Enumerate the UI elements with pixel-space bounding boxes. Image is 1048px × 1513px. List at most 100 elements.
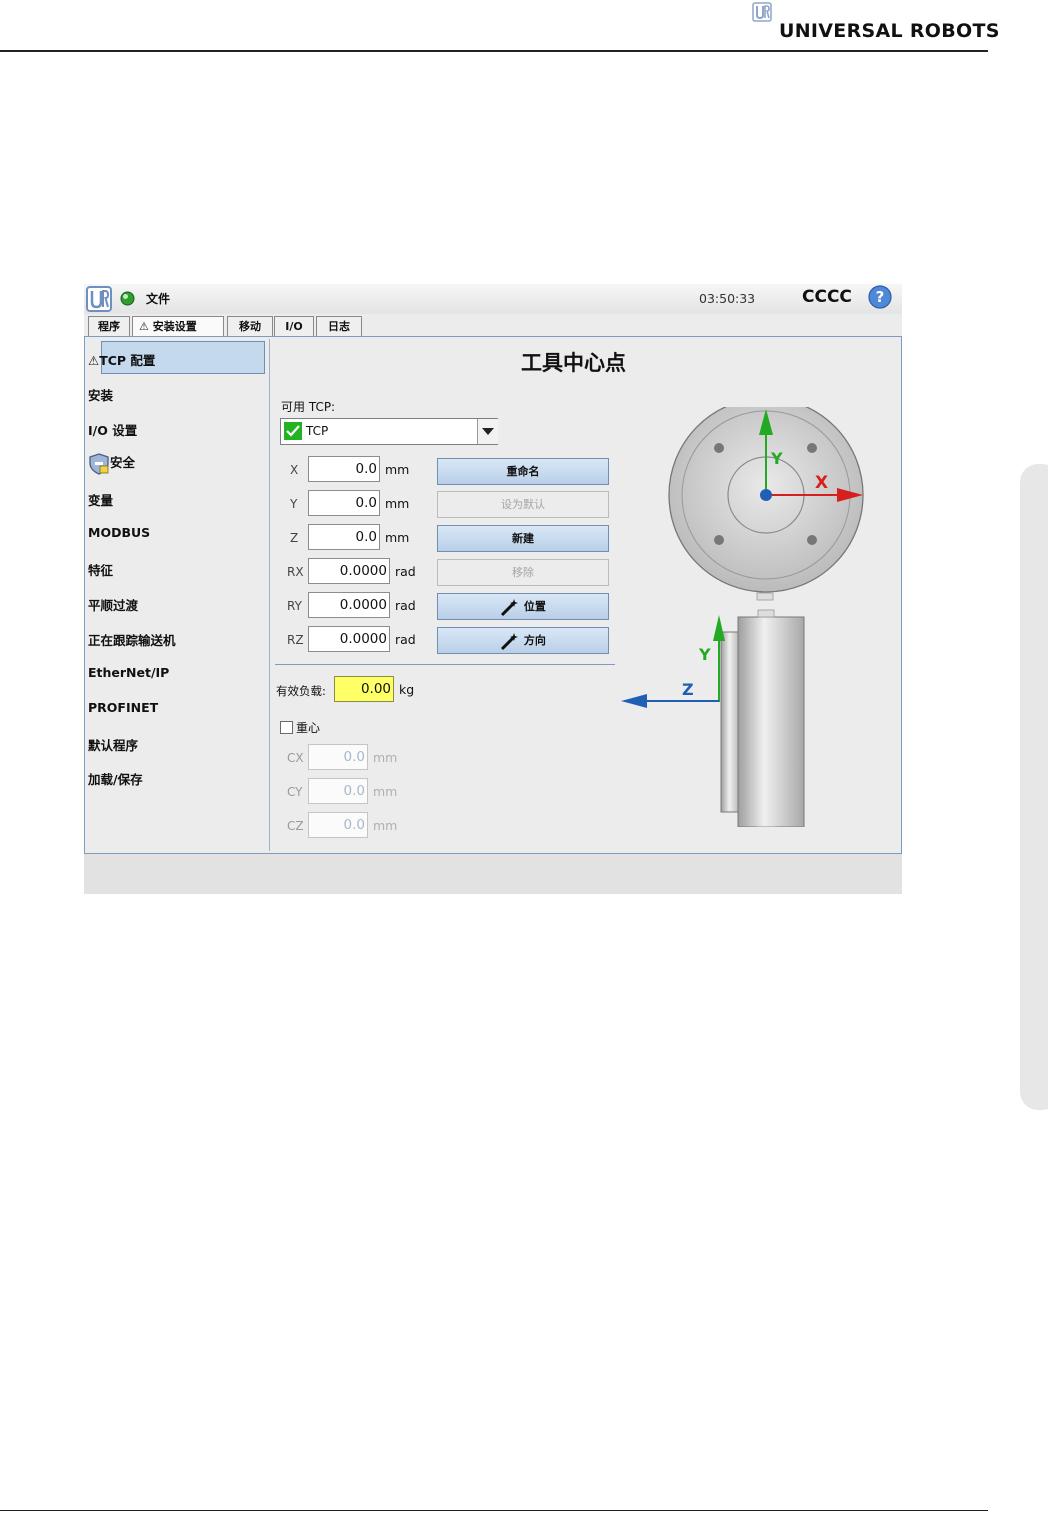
y-label: Y <box>290 497 298 511</box>
tab-installation-label: 安装设置 <box>152 320 197 333</box>
installation-sidebar: ⚠TCP 配置 安装 I/O 设置 安全 变量 MODBUS 特征 平顺过渡 正… <box>87 339 270 851</box>
position-wizard-button[interactable]: 位置 <box>437 593 609 620</box>
sidebar-item-smooth-transition[interactable]: 平顺过渡 <box>88 595 138 614</box>
status-bar <box>84 854 902 894</box>
sidebar-item-load-save[interactable]: 加载/保存 <box>88 769 143 788</box>
ur-logo-icon <box>752 2 772 22</box>
payload-unit: kg <box>399 682 415 697</box>
rx-field[interactable]: 0.0000 <box>308 558 390 584</box>
page-title: 工具中心点 <box>521 351 626 375</box>
ry-label: RY <box>287 599 302 613</box>
sidebar-item-features[interactable]: 特征 <box>88 560 113 579</box>
tcp-dropdown-value: TCP <box>306 424 329 438</box>
sidebar-item-io-setup[interactable]: I/O 设置 <box>88 420 137 439</box>
payload-field[interactable]: 0.00 <box>334 676 394 702</box>
available-tcp-label: 可用 TCP: <box>281 400 336 414</box>
cy-unit: mm <box>373 784 398 799</box>
cx-label: CX <box>287 751 304 765</box>
magic-wand-icon <box>501 633 519 651</box>
z-field[interactable]: 0.0 <box>308 524 380 550</box>
flange-side-view <box>720 609 805 827</box>
new-tcp-button[interactable]: 新建 <box>437 525 609 552</box>
sidebar-item-ethernet-ip[interactable]: EtherNet/IP <box>88 665 169 680</box>
z-label: Z <box>290 531 299 545</box>
tab-bar: 程序 ⚠ 安装设置 移动 I/O 日志 <box>84 315 902 337</box>
side-thumb-tab <box>1020 464 1048 1110</box>
top-bar: 文件 03:50:33 CCCC ? <box>84 284 902 314</box>
header-rule <box>0 50 988 52</box>
rz-label: RZ <box>287 633 304 647</box>
tcp-origin-point <box>760 489 772 501</box>
sidebar-item-label: TCP 配置 <box>99 353 156 368</box>
cz-label: CZ <box>287 819 304 833</box>
x-label: X <box>290 463 299 477</box>
payload-label: 有效负载: <box>276 684 326 698</box>
rx-label: RX <box>287 565 304 579</box>
cog-label: 重心 <box>296 721 321 735</box>
tcp-diagram: X Y Y Z <box>621 407 864 827</box>
footer-rule <box>0 1510 988 1511</box>
cy-field[interactable]: 0.0 <box>308 778 368 804</box>
ur-logo-icon[interactable] <box>86 286 112 312</box>
clock: 03:50:33 <box>699 291 756 306</box>
file-menu[interactable]: 文件 <box>146 290 170 307</box>
tab-move[interactable]: 移动 <box>227 316 273 336</box>
tab-log[interactable]: 日志 <box>316 316 362 336</box>
magic-wand-icon <box>501 599 519 617</box>
section-divider <box>275 664 615 665</box>
installation-panel: ⚠TCP 配置 安装 I/O 设置 安全 变量 MODBUS 特征 平顺过渡 正… <box>84 336 902 854</box>
robot-name: CCCC <box>802 287 852 307</box>
z-unit: mm <box>385 530 410 545</box>
ry-field[interactable]: 0.0000 <box>308 592 390 618</box>
axis-z-label: Z <box>682 680 694 699</box>
axis-y-label: Y <box>770 449 783 468</box>
axis-y-side-label: Y <box>698 645 711 664</box>
sidebar-item-variables[interactable]: 变量 <box>88 490 113 509</box>
svg-text:?: ? <box>876 288 885 306</box>
tcp-dropdown[interactable]: TCP <box>280 418 498 445</box>
sidebar-item-conveyor-tracking[interactable]: 正在跟踪输送机 <box>88 630 176 649</box>
rename-button[interactable]: 重命名 <box>437 458 609 485</box>
sidebar-item-mounting[interactable]: 安装 <box>88 385 113 404</box>
orientation-button-label: 方向 <box>523 634 546 647</box>
cx-unit: mm <box>373 750 398 765</box>
warning-icon: ⚠ <box>88 353 100 368</box>
sidebar-item-default-program[interactable]: 默认程序 <box>88 735 138 754</box>
axis-z-arrow <box>621 694 719 708</box>
axis-x-label: X <box>815 473 828 493</box>
cz-unit: mm <box>373 818 398 833</box>
dropdown-arrow-button[interactable] <box>477 419 498 444</box>
tab-program[interactable]: 程序 <box>88 316 130 336</box>
brand-name: UNIVERSAL ROBOTS <box>779 20 1000 42</box>
status-indicator-icon <box>120 291 135 306</box>
sidebar-item-profinet[interactable]: PROFINET <box>88 700 158 715</box>
x-unit: mm <box>385 462 410 477</box>
sidebar-item-tcp[interactable]: ⚠TCP 配置 <box>88 350 155 369</box>
checkmark-flag-icon <box>284 422 302 440</box>
rx-unit: rad <box>395 564 416 579</box>
help-icon[interactable]: ? <box>868 285 892 309</box>
tab-io[interactable]: I/O <box>274 316 314 336</box>
set-default-button[interactable]: 设为默认 <box>437 491 609 518</box>
y-unit: mm <box>385 496 410 511</box>
sidebar-item-label: 安全 <box>110 455 136 470</box>
tab-installation[interactable]: ⚠ 安装设置 <box>132 316 224 336</box>
ry-unit: rad <box>395 598 416 613</box>
sidebar-item-safety[interactable]: 安全 <box>88 452 135 475</box>
orientation-wizard-button[interactable]: 方向 <box>437 627 609 654</box>
cog-checkbox[interactable] <box>280 721 293 734</box>
x-field[interactable]: 0.0 <box>308 456 380 482</box>
remove-button[interactable]: 移除 <box>437 559 609 586</box>
safety-shield-icon <box>89 452 109 475</box>
sidebar-item-modbus[interactable]: MODBUS <box>88 525 150 540</box>
cx-field[interactable]: 0.0 <box>308 744 368 770</box>
cy-label: CY <box>287 785 303 799</box>
polyscope-screen: 文件 03:50:33 CCCC ? 程序 ⚠ 安装设置 移动 I/O 日志 ⚠… <box>84 284 902 894</box>
warning-icon: ⚠ <box>139 320 149 333</box>
y-field[interactable]: 0.0 <box>308 490 380 516</box>
chevron-down-icon <box>482 428 494 435</box>
rz-unit: rad <box>395 632 416 647</box>
rz-field[interactable]: 0.0000 <box>308 626 390 652</box>
cz-field[interactable]: 0.0 <box>308 812 368 838</box>
position-button-label: 位置 <box>523 600 546 613</box>
